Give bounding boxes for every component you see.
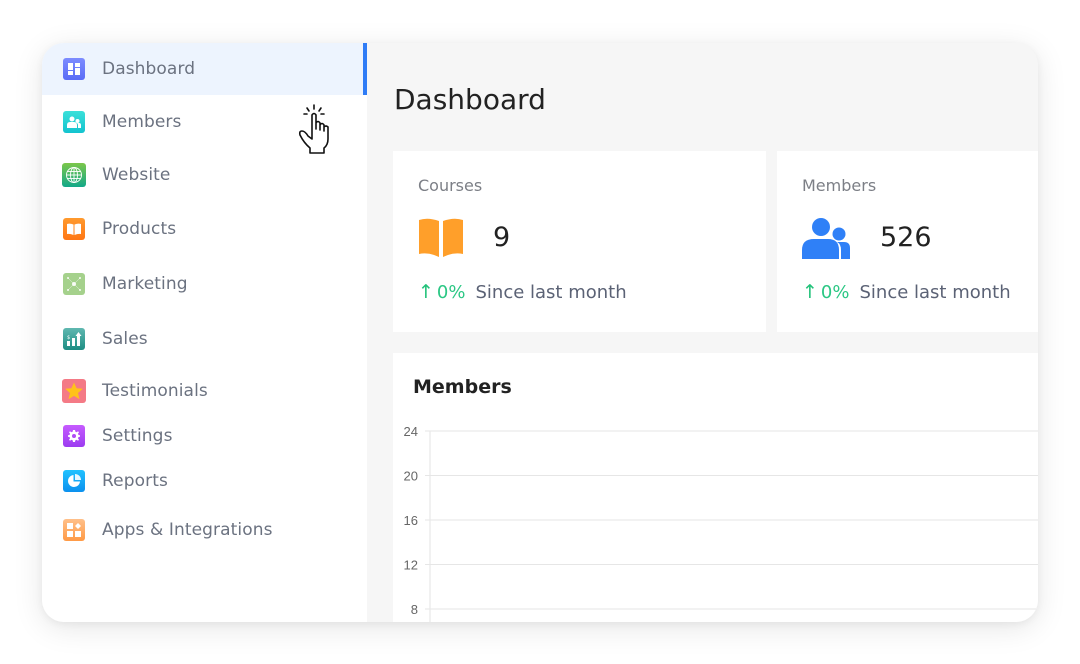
card-title: Courses — [418, 176, 483, 195]
members-chart-card: Members 24 20 16 12 8 — [393, 353, 1038, 622]
y-tick-label: 8 — [411, 602, 418, 617]
trend-text: Since last month — [859, 281, 1011, 303]
trend-percent: 0% — [436, 281, 466, 303]
y-tick-label: 16 — [404, 513, 418, 528]
card-trend: ↑ 0% Since last month — [802, 281, 1011, 303]
dashboard-icon — [63, 58, 85, 80]
card-trend: ↑ 0% Since last month — [418, 281, 627, 303]
y-tick-label: 20 — [404, 469, 418, 484]
marketing-icon — [63, 273, 85, 295]
card-value: 526 — [880, 222, 932, 253]
globe-icon — [62, 163, 86, 187]
pie-chart-icon — [63, 470, 85, 492]
star-icon — [62, 379, 86, 403]
sidebar-item-label: Apps & Integrations — [102, 520, 273, 540]
members-icon — [63, 111, 85, 133]
arrow-up-icon: ↑ — [802, 281, 818, 303]
sidebar-item-dashboard[interactable]: Dashboard — [42, 43, 367, 95]
gear-icon — [63, 425, 85, 447]
sidebar-item-label: Products — [102, 219, 177, 239]
trend-percent: 0% — [820, 281, 850, 303]
sidebar-item-label: Marketing — [102, 274, 188, 294]
members-card[interactable]: Members 526 ↑ 0% Since last month — [777, 151, 1038, 332]
sidebar-item-apps-integrations[interactable]: Apps & Integrations — [42, 504, 367, 556]
book-icon — [63, 218, 85, 240]
sidebar-item-reports[interactable]: Reports — [42, 455, 367, 507]
sidebar-item-label: Testimonials — [102, 381, 208, 401]
sales-chart-icon: $ — [63, 328, 85, 350]
sidebar-item-products[interactable]: Products — [42, 203, 367, 255]
svg-text:$: $ — [67, 335, 70, 341]
y-tick-label: 12 — [404, 558, 418, 573]
card-value: 9 — [493, 222, 511, 253]
sidebar-item-label: Settings — [102, 426, 173, 446]
courses-card[interactable]: Courses 9 ↑ 0% Since last month — [393, 151, 766, 332]
hand-pointer-cursor-icon — [296, 103, 338, 159]
users-icon — [802, 217, 852, 263]
card-title: Members — [802, 176, 877, 195]
apps-icon — [63, 519, 85, 541]
sidebar-item-marketing[interactable]: Marketing — [42, 258, 367, 310]
app-window: Dashboard Members Website Products Marketing… — [42, 43, 1038, 622]
sidebar-item-label: Dashboard — [102, 59, 196, 79]
members-chart: 24 20 16 12 8 — [404, 424, 1038, 622]
sidebar-item-label: Website — [102, 165, 171, 185]
trend-text: Since last month — [475, 281, 627, 303]
arrow-up-icon: ↑ — [418, 281, 434, 303]
main-content: Dashboard Courses 9 ↑ 0% Since last mont… — [367, 43, 1038, 622]
sidebar-item-label: Members — [102, 112, 182, 132]
sidebar-item-sales[interactable]: $ Sales — [42, 313, 367, 365]
sidebar-item-label: Sales — [102, 329, 148, 349]
page-title: Dashboard — [394, 83, 546, 116]
sidebar-item-label: Reports — [102, 471, 168, 491]
y-tick-label: 24 — [404, 424, 418, 439]
open-book-icon — [418, 217, 464, 261]
